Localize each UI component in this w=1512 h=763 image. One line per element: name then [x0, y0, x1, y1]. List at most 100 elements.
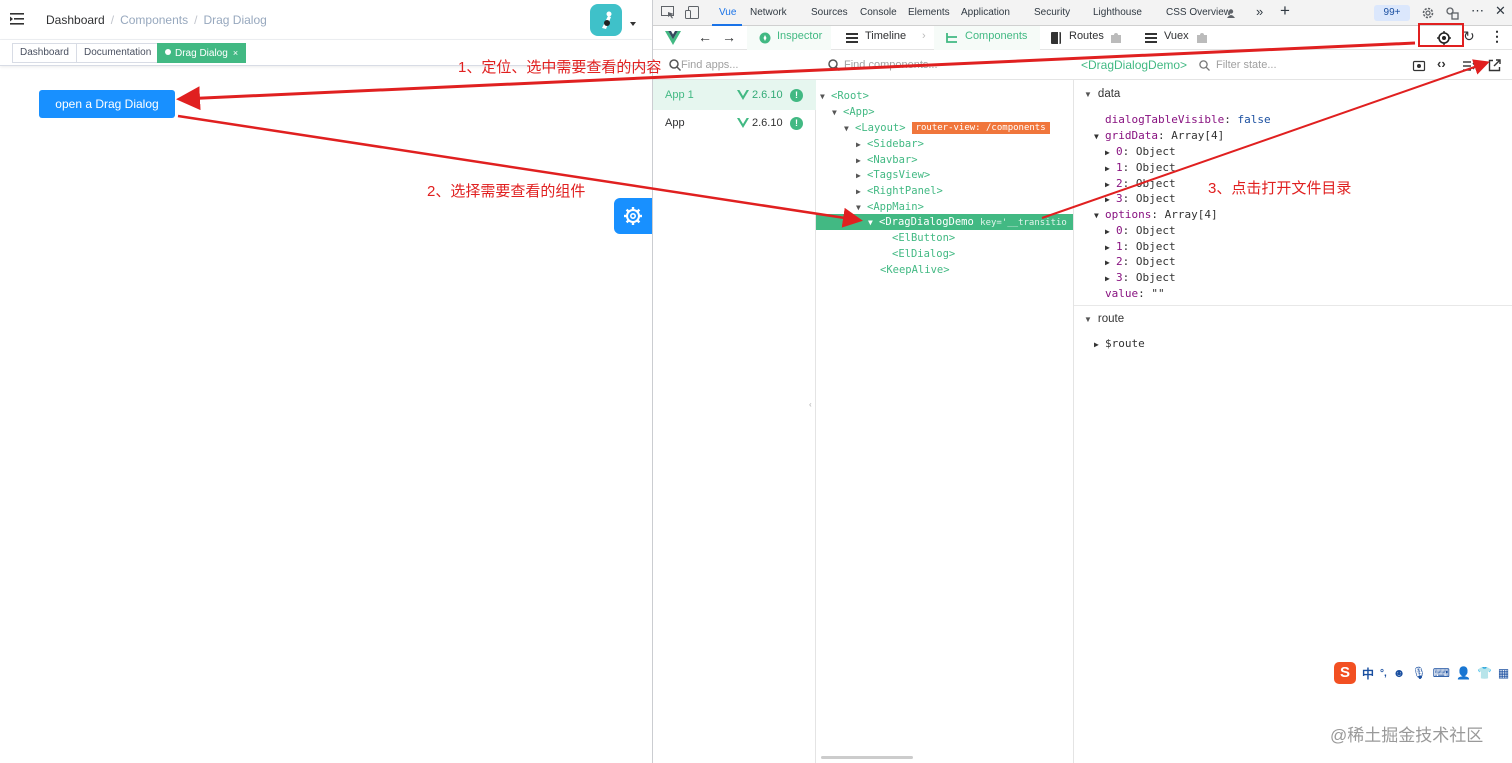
tree-node[interactable]: <ElDialog>: [892, 246, 955, 262]
tab-routes[interactable]: Routes: [1069, 30, 1104, 42]
tab-lighthouse[interactable]: Lighthouse: [1093, 7, 1142, 18]
expand-arrow-icon[interactable]: ▶: [1094, 337, 1105, 352]
section-data-header[interactable]: ▼ data: [1084, 88, 1120, 100]
expand-arrow-icon[interactable]: ▶: [1105, 240, 1116, 255]
collapse-arrow-icon[interactable]: ▼: [1094, 129, 1105, 144]
issues-badge[interactable]: 99+: [1374, 5, 1410, 21]
resize-handle-icon[interactable]: ‹: [809, 400, 812, 409]
skin-icon[interactable]: 👕: [1477, 666, 1492, 680]
tab-elements[interactable]: Elements: [908, 7, 950, 18]
refresh-icon[interactable]: ↻: [1463, 28, 1475, 45]
state-prop[interactable]: ▶ 2: Object: [1105, 176, 1176, 191]
collapse-arrow-icon[interactable]: ▼: [868, 215, 879, 231]
horizontal-scrollbar[interactable]: [821, 756, 913, 759]
ime-language[interactable]: 中: [1362, 665, 1374, 682]
tab-application[interactable]: Application: [961, 7, 1010, 18]
ime-punctuation[interactable]: °,: [1380, 668, 1387, 679]
tree-node[interactable]: ▼ <Root>: [820, 88, 869, 104]
close-devtools-icon[interactable]: ✕: [1495, 3, 1506, 19]
expand-arrow-icon[interactable]: ▶: [1105, 255, 1116, 270]
expand-arrow-icon[interactable]: ▶: [856, 184, 867, 200]
tab-console[interactable]: Console: [860, 7, 897, 18]
state-prop[interactable]: ▼ options: Array[4]: [1094, 207, 1218, 222]
customize-icon[interactable]: [1445, 6, 1459, 20]
collapse-arrow-icon[interactable]: ▼: [832, 105, 843, 121]
toolbox-icon[interactable]: ▦: [1498, 666, 1509, 680]
user-icon[interactable]: 👤: [1456, 666, 1471, 680]
tag-dashboard[interactable]: Dashboard: [12, 43, 77, 63]
state-prop[interactable]: value: "": [1105, 286, 1165, 301]
find-apps-input[interactable]: Find apps...: [681, 59, 738, 71]
tab-timeline[interactable]: Timeline: [865, 30, 906, 42]
expand-arrow-icon[interactable]: ▶: [1105, 145, 1116, 160]
keyboard-icon[interactable]: ⌨: [1433, 666, 1450, 680]
tab-inspector[interactable]: Inspector: [747, 26, 831, 50]
state-prop[interactable]: ▶ 3: Object: [1105, 191, 1176, 206]
expand-arrow-icon[interactable]: ▶: [856, 168, 867, 184]
tree-node[interactable]: ▶ <Sidebar>: [856, 136, 924, 152]
add-tab-icon[interactable]: +: [1280, 1, 1290, 21]
section-route-header[interactable]: ▼ route: [1084, 313, 1124, 325]
sogou-logo-icon[interactable]: S: [1334, 662, 1356, 684]
tab-vuex[interactable]: Vuex: [1164, 30, 1189, 42]
inspect-element-icon[interactable]: [661, 6, 675, 19]
forward-arrow-icon[interactable]: →: [722, 29, 736, 45]
tree-node[interactable]: ▶ <Navbar>: [856, 152, 918, 168]
open-drag-dialog-button[interactable]: open a Drag Dialog: [39, 90, 175, 118]
state-prop[interactable]: dialogTableVisible: false: [1105, 112, 1271, 127]
tag-drag-dialog[interactable]: Drag Dialog ×: [157, 43, 247, 63]
expand-arrow-icon[interactable]: ▶: [1105, 271, 1116, 286]
app-item[interactable]: App 2.6.10 !: [653, 108, 816, 138]
settings-gear-icon[interactable]: [1421, 6, 1435, 20]
device-toolbar-icon[interactable]: [685, 6, 699, 19]
settings-button[interactable]: [614, 198, 652, 234]
microphone-icon[interactable]: 🎙: [1411, 666, 1426, 680]
breadcrumb-item[interactable]: Components: [120, 13, 188, 27]
more-vertical-icon[interactable]: ⋮: [1490, 28, 1504, 45]
collapse-arrow-icon[interactable]: ▼: [844, 121, 855, 137]
expand-arrow-icon[interactable]: ▶: [856, 137, 867, 153]
tab-components[interactable]: Components: [934, 26, 1040, 50]
expand-arrow-icon[interactable]: ▶: [1105, 177, 1116, 192]
back-arrow-icon[interactable]: ←: [698, 29, 712, 45]
tag-documentation[interactable]: Documentation: [76, 43, 160, 63]
avatar[interactable]: [590, 4, 622, 36]
emoji-icon[interactable]: ☻: [1393, 666, 1406, 680]
collapse-arrow-icon[interactable]: ▼: [1094, 208, 1105, 223]
tree-node[interactable]: ▼ <App>: [832, 104, 875, 120]
state-prop[interactable]: ▶ 0: Object: [1105, 223, 1176, 238]
hamburger-icon[interactable]: [10, 12, 26, 26]
state-prop[interactable]: ▶ $route: [1094, 336, 1145, 351]
tab-vue[interactable]: Vue: [719, 7, 736, 18]
breadcrumb-item[interactable]: Dashboard: [46, 13, 105, 27]
tree-node[interactable]: <KeepAlive>: [880, 262, 950, 278]
tree-node[interactable]: ▼ <Layout> router-view: /components: [844, 120, 1050, 136]
expand-arrow-icon[interactable]: ▶: [1105, 224, 1116, 239]
open-in-editor-icon[interactable]: [1488, 59, 1501, 72]
tab-security[interactable]: Security: [1034, 7, 1070, 18]
tab-sources[interactable]: Sources: [811, 7, 848, 18]
app-item[interactable]: App 1 2.6.10 !: [653, 80, 816, 110]
tree-node[interactable]: ▶ <RightPanel>: [856, 183, 943, 199]
console-expose-icon[interactable]: [1463, 60, 1477, 72]
state-prop[interactable]: ▼ gridData: Array[4]: [1094, 128, 1224, 143]
state-prop[interactable]: ▶ 3: Object: [1105, 270, 1176, 285]
scroll-to-component-icon[interactable]: [1412, 60, 1426, 72]
expand-arrow-icon[interactable]: ▶: [1105, 161, 1116, 176]
tab-network[interactable]: Network: [750, 7, 787, 18]
tree-node[interactable]: <ElButton>: [892, 230, 955, 246]
collapse-arrow-icon[interactable]: ▼: [820, 89, 831, 105]
tree-node[interactable]: ▶ <TagsView>: [856, 167, 930, 183]
expand-arrow-icon[interactable]: ▶: [1105, 192, 1116, 207]
tree-node-selected[interactable]: ▼ <DragDialogDemo key='__transitio: [816, 214, 1073, 231]
tag-close-icon[interactable]: ×: [233, 48, 238, 58]
state-prop[interactable]: ▶ 0: Object: [1105, 144, 1176, 159]
find-components-input[interactable]: Find components...: [844, 59, 938, 71]
more-tabs-icon[interactable]: »: [1256, 4, 1263, 19]
kebab-menu-icon[interactable]: ⋯: [1471, 3, 1484, 19]
inspect-dom-icon[interactable]: ‹›: [1437, 56, 1446, 71]
state-prop[interactable]: ▶ 1: Object: [1105, 160, 1176, 175]
state-prop[interactable]: ▶ 2: Object: [1105, 254, 1176, 269]
state-prop[interactable]: ▶ 1: Object: [1105, 239, 1176, 254]
tab-css-overview[interactable]: CSS Overview: [1166, 7, 1231, 18]
